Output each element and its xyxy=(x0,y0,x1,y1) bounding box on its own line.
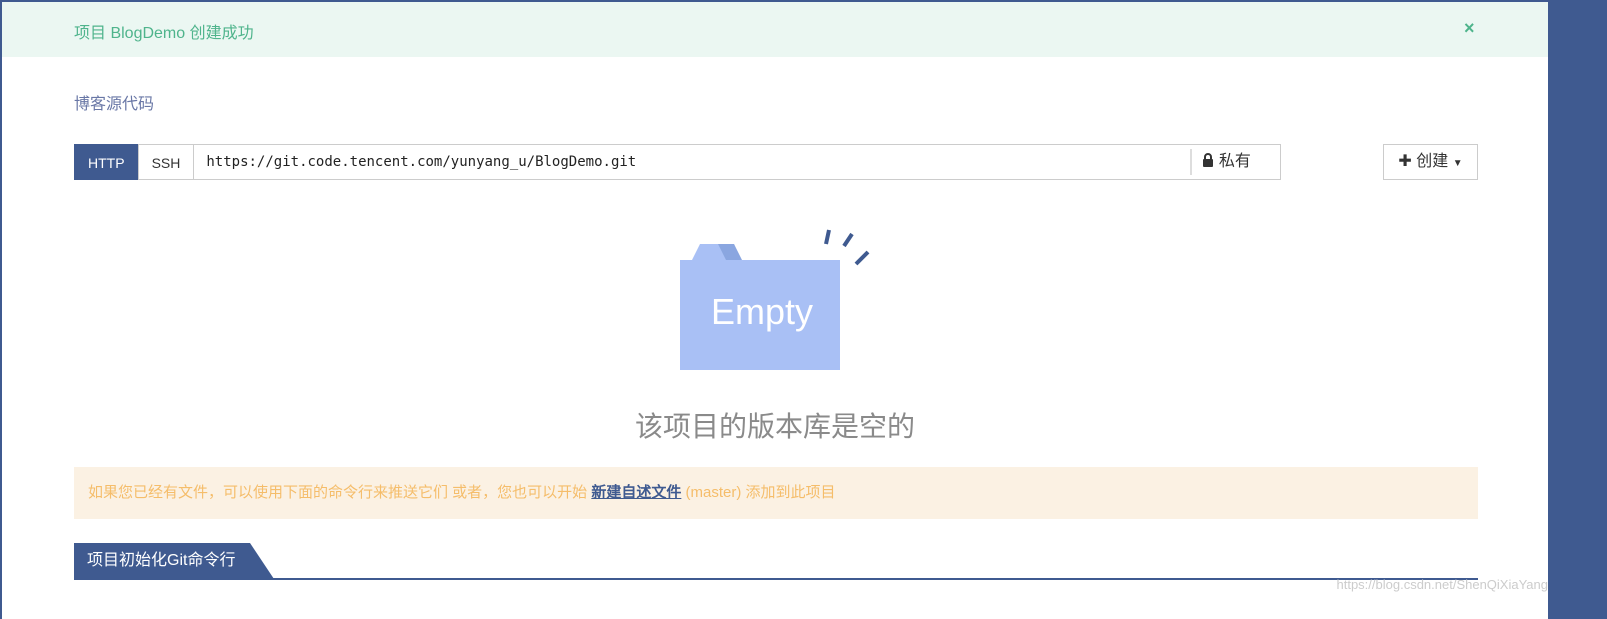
alert-message: 项目 BlogDemo 创建成功 xyxy=(74,25,254,42)
section-title: 项目初始化Git命令行 xyxy=(74,543,274,579)
push-hint: 如果您已经有文件，可以使用下面的命令行来推送它们 或者，您也可以开始 新建自述文… xyxy=(74,467,1478,519)
clone-url-input[interactable]: https://git.code.tencent.com/yunyang_u/B… xyxy=(193,144,1282,180)
new-readme-link[interactable]: 新建自述文件 xyxy=(591,484,681,501)
tab-http[interactable]: HTTP xyxy=(74,144,138,180)
visibility-badge: 私有 xyxy=(1190,149,1280,175)
lock-icon xyxy=(1203,153,1214,167)
caret-down-icon: ▼ xyxy=(1452,158,1463,169)
plus-icon: ✚ xyxy=(1398,153,1412,170)
close-icon[interactable]: × xyxy=(1464,18,1475,39)
watermark: https://blog.csdn.net/ShenQiXiaYang xyxy=(1336,577,1548,592)
visibility-label: 私有 xyxy=(1218,153,1251,170)
create-dropdown-button[interactable]: ✚ 创建 ▼ xyxy=(1383,144,1478,180)
hint-prefix: 如果您已经有文件，可以使用下面的命令行来推送它们 或者，您也可以开始 xyxy=(88,484,592,501)
empty-label: Empty xyxy=(711,291,813,332)
page: 项目 BlogDemo 创建成功 × 博客源代码 HTTP SSH https:… xyxy=(2,2,1548,619)
clone-url-bar: HTTP SSH https://git.code.tencent.com/yu… xyxy=(74,144,1282,180)
empty-folder-illustration: Empty xyxy=(680,229,870,370)
git-init-section-header: 项目初始化Git命令行 xyxy=(74,543,1478,580)
repo-description: 博客源代码 xyxy=(74,96,155,113)
empty-repo-message: 该项目的版本库是空的 xyxy=(634,411,915,442)
success-alert: 项目 BlogDemo 创建成功 × xyxy=(2,2,1548,57)
clone-url[interactable]: https://git.code.tencent.com/yunyang_u/B… xyxy=(206,154,636,170)
tab-ssh[interactable]: SSH xyxy=(137,144,194,180)
hint-suffix: (master) 添加到此项目 xyxy=(681,484,836,501)
create-label: 创建 xyxy=(1416,153,1449,170)
